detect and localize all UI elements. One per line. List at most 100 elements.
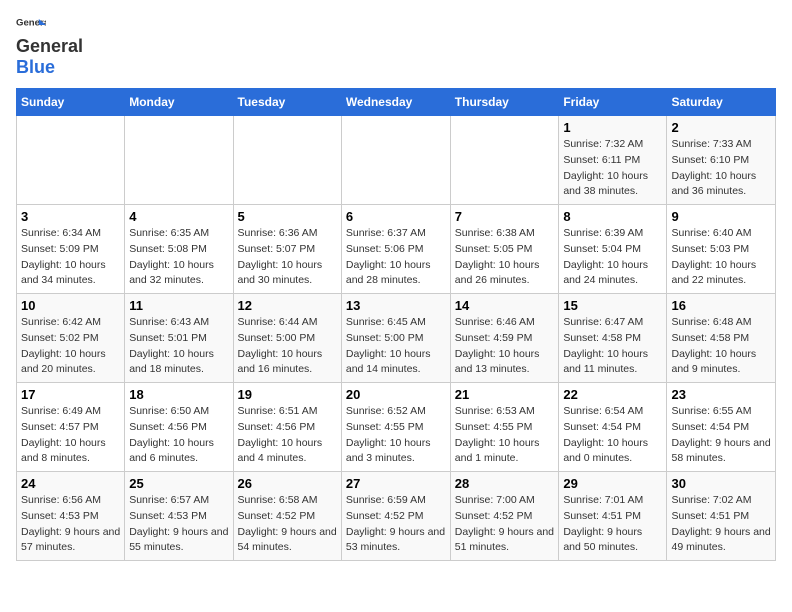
calendar-cell: 18 Sunrise: 6:50 AMSunset: 4:56 PMDayligh… [125,383,233,472]
day-number: 26 [238,476,337,491]
calendar-cell: 9Sunrise: 6:40 AMSunset: 5:03 PMDaylight… [667,205,776,294]
calendar-table: SundayMondayTuesdayWednesdayThursdayFrid… [16,88,776,561]
day-info: Sunrise: 6:39 AMSunset: 5:04 PMDaylight:… [563,226,662,289]
calendar-cell: 26 Sunrise: 6:58 AMSunset: 4:52 PMDayligh… [233,472,341,561]
calendar-cell: 5 Sunrise: 6:36 AMSunset: 5:07 PMDaylight… [233,205,341,294]
weekday-header: Friday [559,89,667,116]
day-number: 5 [238,209,337,224]
calendar-cell: 16 Sunrise: 6:48 AMSunset: 4:58 PMDayligh… [667,294,776,383]
header-row: SundayMondayTuesdayWednesdayThursdayFrid… [17,89,776,116]
day-info: Sunrise: 6:59 AMSunset: 4:52 PMDaylight:… [346,493,446,556]
day-info: Sunrise: 6:56 AMSunset: 4:53 PMDaylight:… [21,493,120,556]
calendar-cell: 10 Sunrise: 6:42 AMSunset: 5:02 PMDayligh… [17,294,125,383]
calendar-cell: 14Sunrise: 6:46 AMSunset: 4:59 PMDayligh… [450,294,559,383]
day-info: Sunrise: 6:45 AMSunset: 5:00 PMDaylight:… [346,315,446,378]
logo-icon: General [16,16,46,34]
calendar-cell: 22 Sunrise: 6:54 AMSunset: 4:54 PMDayligh… [559,383,667,472]
calendar-week: 3Sunrise: 6:34 AMSunset: 5:09 PMDaylight… [17,205,776,294]
calendar-week: 24 Sunrise: 6:56 AMSunset: 4:53 PMDayligh… [17,472,776,561]
day-info: Sunrise: 6:42 AMSunset: 5:02 PMDaylight:… [21,315,120,378]
day-info: Sunrise: 6:36 AMSunset: 5:07 PMDaylight:… [238,226,337,289]
header: General General Blue [16,16,776,78]
calendar-cell: 27 Sunrise: 6:59 AMSunset: 4:52 PMDayligh… [341,472,450,561]
day-number: 28 [455,476,555,491]
day-number: 16 [671,298,771,313]
day-number: 22 [563,387,662,402]
logo: General General Blue [16,16,83,78]
calendar-cell: 2Sunrise: 7:33 AMSunset: 6:10 PMDaylight… [667,116,776,205]
calendar-cell: 28 Sunrise: 7:00 AMSunset: 4:52 PMDayligh… [450,472,559,561]
weekday-header: Saturday [667,89,776,116]
day-number: 15 [563,298,662,313]
day-number: 21 [455,387,555,402]
calendar-cell: 12 Sunrise: 6:44 AMSunset: 5:00 PMDayligh… [233,294,341,383]
day-info: Sunrise: 6:58 AMSunset: 4:52 PMDaylight:… [238,493,337,556]
day-info: Sunrise: 7:02 AMSunset: 4:51 PMDaylight:… [671,493,771,556]
calendar-cell [125,116,233,205]
day-number: 19 [238,387,337,402]
day-info: Sunrise: 6:51 AMSunset: 4:56 PMDaylight:… [238,404,337,467]
day-number: 2 [671,120,771,135]
calendar-cell: 21 Sunrise: 6:53 AMSunset: 4:55 PMDayligh… [450,383,559,472]
day-info: Sunrise: 6:44 AMSunset: 5:00 PMDaylight:… [238,315,337,378]
calendar-cell: 8 Sunrise: 6:39 AMSunset: 5:04 PMDaylight… [559,205,667,294]
calendar-cell: 17 Sunrise: 6:49 AMSunset: 4:57 PMDayligh… [17,383,125,472]
calendar-cell: 30Sunrise: 7:02 AMSunset: 4:51 PMDayligh… [667,472,776,561]
calendar-cell: 15 Sunrise: 6:47 AMSunset: 4:58 PMDayligh… [559,294,667,383]
day-number: 17 [21,387,120,402]
day-number: 1 [563,120,662,135]
weekday-header: Thursday [450,89,559,116]
weekday-header: Tuesday [233,89,341,116]
day-number: 18 [129,387,228,402]
calendar-cell [233,116,341,205]
logo-blue: Blue [16,57,55,77]
day-info: Sunrise: 6:35 AMSunset: 5:08 PMDaylight:… [129,226,228,289]
day-info: Sunrise: 7:00 AMSunset: 4:52 PMDaylight:… [455,493,555,556]
day-info: Sunrise: 6:49 AMSunset: 4:57 PMDaylight:… [21,404,120,467]
day-info: Sunrise: 7:01 AMSunset: 4:51 PMDaylight:… [563,493,662,556]
calendar-cell: 1 Sunrise: 7:32 AMSunset: 6:11 PMDaylight… [559,116,667,205]
day-number: 24 [21,476,120,491]
weekday-header: Sunday [17,89,125,116]
day-number: 8 [563,209,662,224]
calendar-cell: 6 Sunrise: 6:37 AMSunset: 5:06 PMDaylight… [341,205,450,294]
day-info: Sunrise: 6:47 AMSunset: 4:58 PMDaylight:… [563,315,662,378]
day-info: Sunrise: 7:32 AMSunset: 6:11 PMDaylight:… [563,137,662,200]
weekday-header: Wednesday [341,89,450,116]
day-info: Sunrise: 6:57 AMSunset: 4:53 PMDaylight:… [129,493,228,556]
calendar-week: 17 Sunrise: 6:49 AMSunset: 4:57 PMDayligh… [17,383,776,472]
calendar-body: 1 Sunrise: 7:32 AMSunset: 6:11 PMDaylight… [17,116,776,561]
day-info: Sunrise: 6:37 AMSunset: 5:06 PMDaylight:… [346,226,446,289]
day-info: Sunrise: 6:43 AMSunset: 5:01 PMDaylight:… [129,315,228,378]
calendar-cell: 25Sunrise: 6:57 AMSunset: 4:53 PMDayligh… [125,472,233,561]
day-info: Sunrise: 6:48 AMSunset: 4:58 PMDaylight:… [671,315,771,378]
calendar-cell: 7Sunrise: 6:38 AMSunset: 5:05 PMDaylight… [450,205,559,294]
day-number: 14 [455,298,555,313]
day-number: 4 [129,209,228,224]
weekday-header: Monday [125,89,233,116]
day-number: 23 [671,387,771,402]
day-number: 20 [346,387,446,402]
calendar-week: 1 Sunrise: 7:32 AMSunset: 6:11 PMDaylight… [17,116,776,205]
day-info: Sunrise: 6:50 AMSunset: 4:56 PMDaylight:… [129,404,228,467]
calendar-cell: 24 Sunrise: 6:56 AMSunset: 4:53 PMDayligh… [17,472,125,561]
day-number: 6 [346,209,446,224]
day-info: Sunrise: 6:52 AMSunset: 4:55 PMDaylight:… [346,404,446,467]
day-number: 3 [21,209,120,224]
calendar-cell: 3Sunrise: 6:34 AMSunset: 5:09 PMDaylight… [17,205,125,294]
calendar-week: 10 Sunrise: 6:42 AMSunset: 5:02 PMDayligh… [17,294,776,383]
day-info: Sunrise: 6:53 AMSunset: 4:55 PMDaylight:… [455,404,555,467]
day-number: 29 [563,476,662,491]
day-number: 27 [346,476,446,491]
day-number: 10 [21,298,120,313]
calendar-cell: 23Sunrise: 6:55 AMSunset: 4:54 PMDayligh… [667,383,776,472]
day-number: 13 [346,298,446,313]
calendar-cell: 13 Sunrise: 6:45 AMSunset: 5:00 PMDayligh… [341,294,450,383]
day-number: 9 [671,209,771,224]
calendar-cell: 4 Sunrise: 6:35 AMSunset: 5:08 PMDaylight… [125,205,233,294]
calendar-header: SundayMondayTuesdayWednesdayThursdayFrid… [17,89,776,116]
day-info: Sunrise: 6:54 AMSunset: 4:54 PMDaylight:… [563,404,662,467]
day-info: Sunrise: 6:38 AMSunset: 5:05 PMDaylight:… [455,226,555,289]
day-number: 12 [238,298,337,313]
calendar-cell [17,116,125,205]
